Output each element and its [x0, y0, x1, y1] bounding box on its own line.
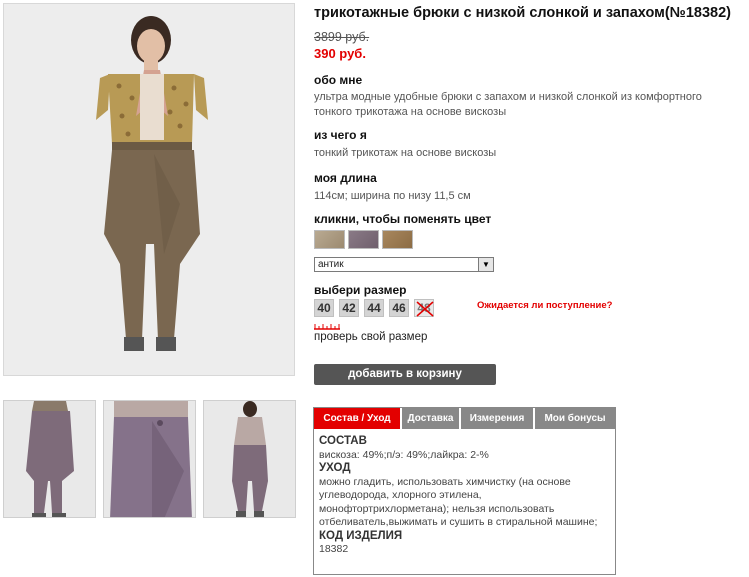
length-text: 114см; ширина по низу 11,5 см: [314, 190, 471, 202]
chevron-down-icon[interactable]: ▼: [478, 258, 493, 271]
color-select[interactable]: антик ▼: [314, 257, 494, 272]
material-text: тонкий трикотаж на основе вискозы: [314, 147, 497, 159]
unavailable-cross-icon: [416, 301, 434, 317]
color-select-value: антик: [318, 259, 344, 270]
color-swatch-2[interactable]: [348, 230, 379, 249]
length-label: моя длина: [314, 171, 377, 185]
color-swatch-3[interactable]: [382, 230, 413, 249]
tab-bonuses[interactable]: Мои бонусы: [535, 408, 615, 429]
color-swatch-1[interactable]: [314, 230, 345, 249]
thumbnail-3[interactable]: [203, 400, 296, 518]
size-option-48-unavailable: 48: [414, 299, 434, 317]
size-check-link[interactable]: проверь свой размер: [314, 331, 427, 343]
composition-heading: СОСТАВ: [319, 435, 367, 447]
care-text: можно гладить, использовать химчистку (н…: [319, 475, 598, 529]
about-text: ультра модные удобные брюки с запахом и …: [314, 91, 702, 118]
size-option-42[interactable]: 42: [339, 299, 359, 317]
color-label: кликни, чтобы поменять цвет: [314, 212, 492, 226]
size-option-40[interactable]: 40: [314, 299, 334, 317]
care-heading: УХОД: [319, 462, 351, 474]
composition-text: вискоза: 49%;п/э: 49%;лайкра: 2-%: [319, 448, 489, 461]
info-tabs: Состав / Уход Доставка Измерения Мои бон…: [313, 407, 616, 575]
tab-delivery[interactable]: Доставка: [402, 408, 460, 429]
thumbnail-2[interactable]: [103, 400, 196, 518]
thumbnail-1[interactable]: [3, 400, 96, 518]
ruler-icon: [314, 324, 340, 330]
main-product-photo[interactable]: [3, 3, 295, 376]
tab-panel: СОСТАВ вискоза: 49%;п/э: 49%;лайкра: 2-%…: [319, 435, 609, 557]
product-title: трикотажные брюки с низкой слонкой и зап…: [314, 5, 731, 21]
material-label: из чего я: [314, 128, 367, 142]
about-label: обо мне: [314, 73, 363, 87]
size-label: выбери размер: [314, 283, 407, 297]
sale-price: 390 руб.: [314, 46, 366, 61]
product-code-heading: КОД ИЗДЕЛИЯ: [319, 529, 403, 542]
notify-availability-link[interactable]: Ожидается ли поступление?: [477, 300, 612, 311]
add-to-cart-button[interactable]: добавить в корзину: [314, 364, 496, 385]
size-option-46[interactable]: 46: [389, 299, 409, 317]
product-code: 18382: [319, 543, 349, 555]
tab-measurements[interactable]: Измерения: [461, 408, 534, 429]
old-price: 3899 руб.: [314, 30, 370, 44]
size-option-44[interactable]: 44: [364, 299, 384, 317]
tab-composition-care[interactable]: Состав / Уход: [314, 408, 401, 429]
